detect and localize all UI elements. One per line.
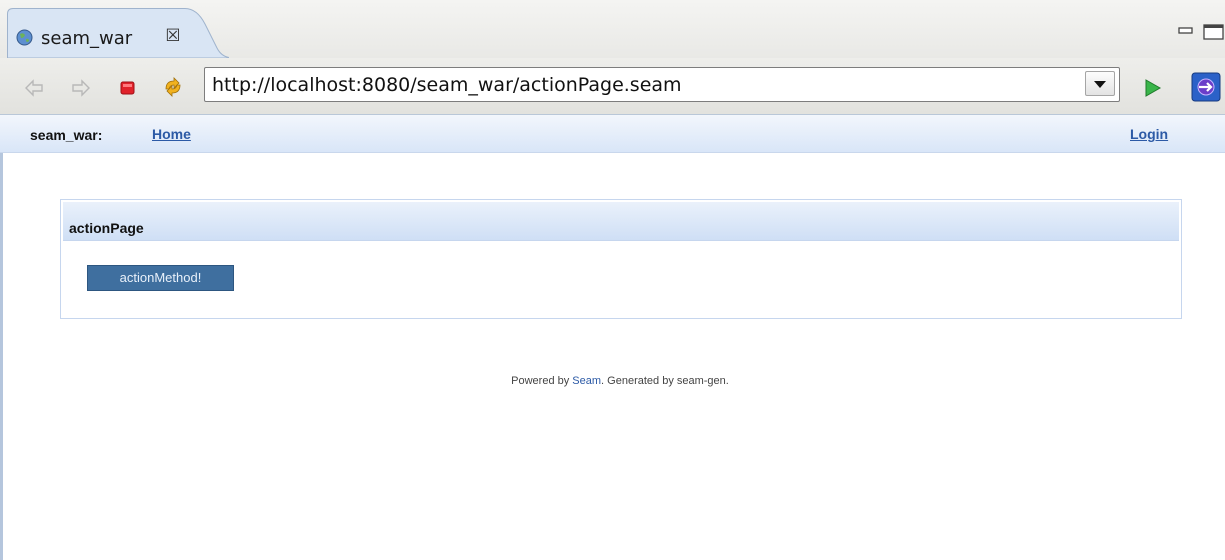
- seam-link[interactable]: Seam: [572, 375, 601, 387]
- stop-icon[interactable]: [118, 78, 138, 98]
- refresh-icon[interactable]: [161, 75, 185, 99]
- tab-title: seam_war: [41, 28, 133, 49]
- footer-suffix: . Generated by seam-gen.: [601, 375, 729, 387]
- panel-header: actionPage: [63, 202, 1179, 241]
- go-icon[interactable]: [1143, 78, 1163, 98]
- app-name-label: seam_war:: [30, 127, 103, 143]
- minimize-icon[interactable]: [1178, 26, 1194, 36]
- login-link[interactable]: Login: [1130, 126, 1168, 142]
- editor-tab[interactable]: seam_war ☒: [7, 8, 229, 58]
- globe-icon: [16, 29, 33, 46]
- seam-menu-bar: seam_war: Home Login: [0, 115, 1225, 153]
- page-left-border: [0, 115, 3, 560]
- close-icon[interactable]: ☒: [164, 26, 182, 46]
- maximize-icon[interactable]: [1203, 24, 1225, 40]
- editor-tab-strip: seam_war ☒: [0, 0, 1225, 59]
- url-bar: [204, 67, 1120, 102]
- action-page-panel: actionPage actionMethod!: [60, 199, 1182, 319]
- forward-arrow-icon[interactable]: [71, 78, 91, 98]
- open-external-browser-icon[interactable]: [1191, 72, 1221, 102]
- chevron-down-icon: [1094, 81, 1106, 88]
- action-method-button[interactable]: actionMethod!: [87, 265, 234, 291]
- footer-prefix: Powered by: [511, 375, 573, 387]
- url-history-dropdown[interactable]: [1085, 71, 1115, 96]
- browser-toolbar: [0, 58, 1225, 115]
- page-footer: Powered by Seam. Generated by seam-gen.: [0, 375, 1225, 387]
- home-link[interactable]: Home: [152, 126, 191, 142]
- panel-title: actionPage: [69, 220, 144, 236]
- back-arrow-icon[interactable]: [24, 78, 44, 98]
- url-input[interactable]: [205, 68, 1077, 101]
